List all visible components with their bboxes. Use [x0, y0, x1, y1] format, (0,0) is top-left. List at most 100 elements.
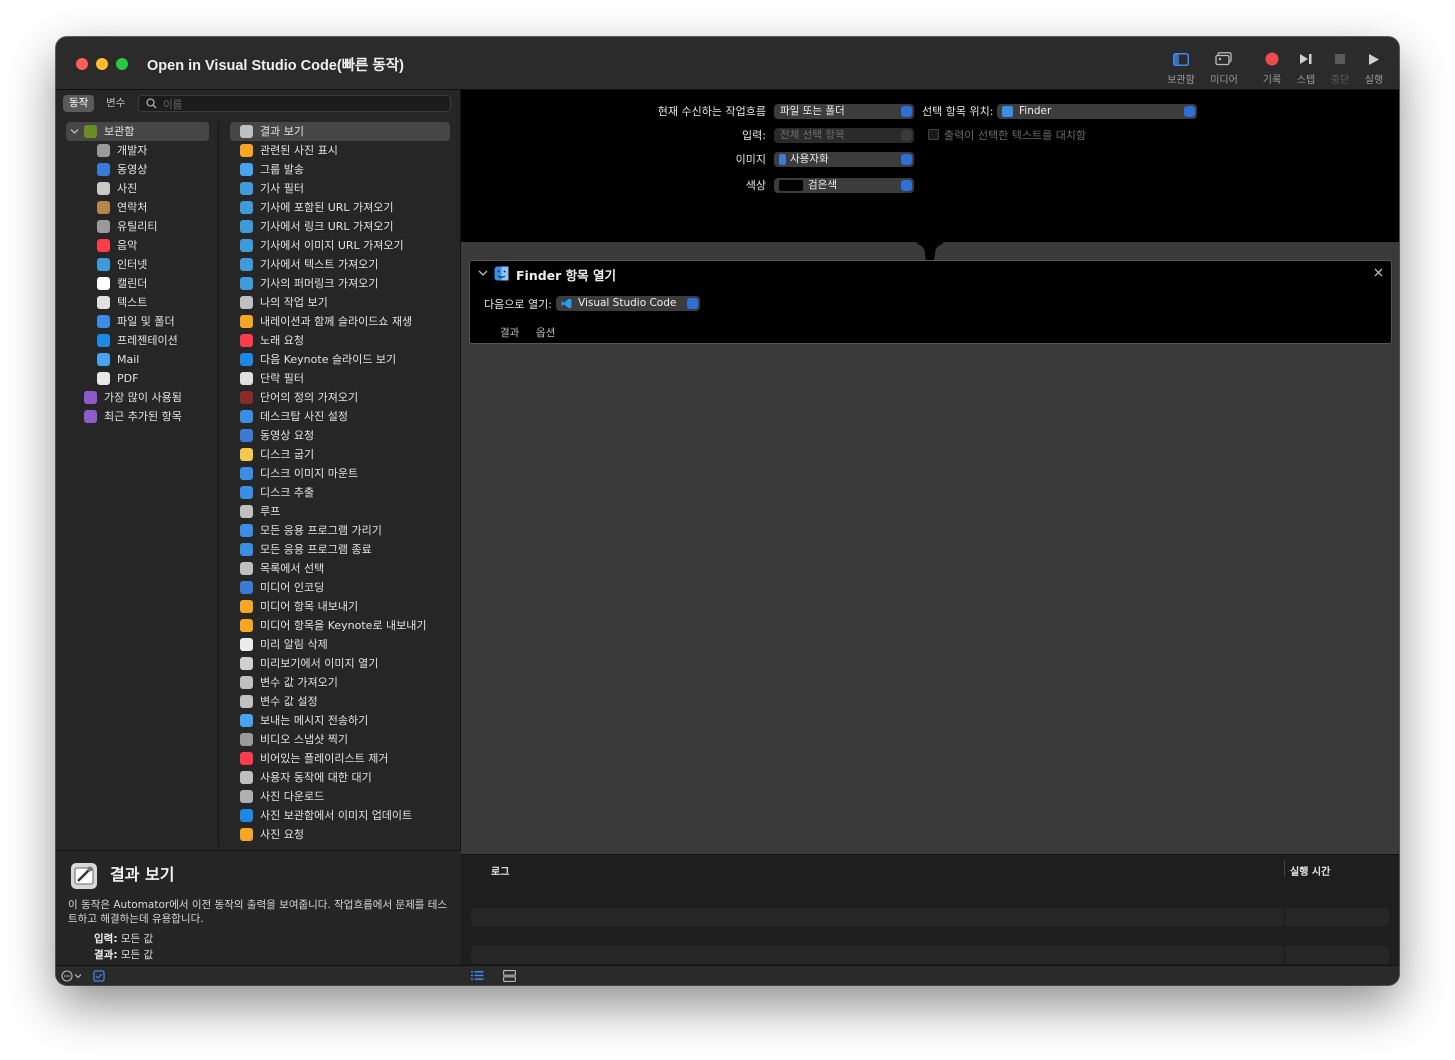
chevron-down-icon[interactable]	[70, 128, 79, 135]
replace-text-checkbox[interactable]	[928, 129, 939, 140]
library-item[interactable]: 인터넷	[66, 255, 209, 274]
open-with-popup[interactable]: Visual Studio Code	[556, 296, 700, 311]
finder-icon	[240, 543, 253, 556]
tab-options[interactable]: 옵션	[536, 325, 555, 340]
input-popup[interactable]: 전체 선택 항목	[774, 128, 914, 143]
action-item[interactable]: 변수 값 설정	[230, 692, 450, 711]
action-item[interactable]: 디스크 추출	[230, 483, 450, 502]
chevron-down-icon[interactable]	[478, 269, 488, 277]
image-capture-icon	[240, 790, 253, 803]
action-item[interactable]: 모든 응용 프로그램 종료	[230, 540, 450, 559]
tab-variables[interactable]: 변수	[100, 95, 131, 112]
library-item[interactable]: 가장 많이 사용됨	[66, 388, 209, 407]
action-item[interactable]: 미디어 항목을 Keynote로 내보내기	[230, 616, 450, 635]
action-item-label: 노래 요청	[260, 334, 304, 347]
library-item[interactable]: 연락처	[66, 198, 209, 217]
tab-actions[interactable]: 동작	[63, 95, 95, 112]
library-item[interactable]: 개발자	[66, 141, 209, 160]
action-item[interactable]: 관련된 사진 표시	[230, 141, 450, 160]
color-popup[interactable]: 검은색	[774, 178, 914, 193]
library-item[interactable]: 캘린더	[66, 274, 209, 293]
action-item[interactable]: 기사 필터	[230, 179, 450, 198]
action-item[interactable]: 동영상 요청	[230, 426, 450, 445]
options-menu-icon[interactable]	[61, 970, 83, 982]
action-item[interactable]: 그룹 발송	[230, 160, 450, 179]
library-item[interactable]: 최근 추가된 항목	[66, 407, 209, 426]
action-item[interactable]: 비어있는 플레이리스트 제거	[230, 749, 450, 768]
safari-icon	[240, 277, 253, 290]
action-item-label: 데스크탑 사진 설정	[260, 410, 348, 423]
minimize-window-button[interactable]	[96, 58, 108, 70]
action-item[interactable]: 사진 다운로드	[230, 787, 450, 806]
action-item[interactable]: 변수 값 가져오기	[230, 673, 450, 692]
action-item[interactable]: 노래 요청	[230, 331, 450, 350]
search-input[interactable]: 이름	[138, 95, 451, 112]
split-view-icon[interactable]	[503, 970, 516, 982]
library-item[interactable]: Mail	[66, 350, 209, 369]
library-item[interactable]: 파일 및 폴더	[66, 312, 209, 331]
action-item[interactable]: 디스크 굽기	[230, 445, 450, 464]
receives-popup[interactable]: 파일 또는 폴더	[774, 104, 914, 119]
library-item[interactable]: 사진	[66, 179, 209, 198]
library-item[interactable]: 동영상	[66, 160, 209, 179]
library-item[interactable]: 프레젠테이션	[66, 331, 209, 350]
location-value: Finder	[1019, 105, 1052, 117]
action-item[interactable]: 목록에서 선택	[230, 559, 450, 578]
toolbar-library-button[interactable]: 보관함	[1161, 49, 1201, 86]
action-item[interactable]: 디스크 이미지 마운트	[230, 464, 450, 483]
action-item[interactable]: 미리 알림 삭제	[230, 635, 450, 654]
library-item[interactable]: 유틸리티	[66, 217, 209, 236]
action-item[interactable]: 데스크탑 사진 설정	[230, 407, 450, 426]
close-window-button[interactable]	[76, 58, 88, 70]
action-item-label: 디스크 굽기	[260, 448, 315, 461]
color-value: 검은색	[808, 179, 837, 191]
action-item[interactable]: 기사에서 이미지 URL 가져오기	[230, 236, 450, 255]
action-item[interactable]: 모든 응용 프로그램 가리기	[230, 521, 450, 540]
duration-column-header[interactable]: 실행 시간	[1290, 863, 1330, 878]
list-view-icon[interactable]	[471, 970, 484, 981]
finder-icon	[97, 315, 110, 328]
library-item[interactable]: 텍스트	[66, 293, 209, 312]
library-item[interactable]: 음악	[66, 236, 209, 255]
close-icon[interactable]	[1374, 268, 1383, 277]
tools-icon	[97, 144, 110, 157]
action-item[interactable]: 단어의 정의 가져오기	[230, 388, 450, 407]
action-item-label: 나의 작업 보기	[260, 296, 328, 309]
action-item[interactable]: 기사에서 텍스트 가져오기	[230, 255, 450, 274]
action-item[interactable]: 기사의 퍼머링크 가져오기	[230, 274, 450, 293]
log-column-header[interactable]: 로그	[491, 863, 509, 878]
finder-icon	[240, 410, 253, 423]
action-item[interactable]: 다음 Keynote 슬라이드 보기	[230, 350, 450, 369]
library-item[interactable]: 보관함	[66, 122, 209, 141]
action-item[interactable]: 미리보기에서 이미지 열기	[230, 654, 450, 673]
action-open-finder-items: Finder 항목 열기 다음으로 열기: Visual Studio Code…	[469, 260, 1392, 344]
action-item[interactable]: 기사에서 링크 URL 가져오기	[230, 217, 450, 236]
action-item[interactable]: 사진 보관함에서 이미지 업데이트	[230, 806, 450, 825]
action-item[interactable]: 보내는 메시지 전송하기	[230, 711, 450, 730]
action-item[interactable]: 내레이션과 함께 슬라이드쇼 재생	[230, 312, 450, 331]
description-title: 결과 보기	[110, 865, 175, 884]
action-item[interactable]: 나의 작업 보기	[230, 293, 450, 312]
action-item[interactable]: 사진 요청	[230, 825, 450, 844]
action-item[interactable]: 사용자 동작에 대한 대기	[230, 768, 450, 787]
description-toggle-icon[interactable]	[93, 970, 105, 982]
action-item[interactable]: 루프	[230, 502, 450, 521]
action-item[interactable]: 결과 보기	[230, 122, 450, 141]
library-item[interactable]: PDF	[66, 369, 209, 388]
action-item[interactable]: 미디어 인코딩	[230, 578, 450, 597]
toolbar-media-button[interactable]: 미디어	[1204, 49, 1244, 86]
action-item-label: 기사의 퍼머링크 가져오기	[260, 277, 379, 290]
search-icon	[146, 98, 157, 109]
action-item[interactable]: 비디오 스냅샷 찍기	[230, 730, 450, 749]
image-popup[interactable]: 사용자화	[774, 152, 914, 167]
automator-icon	[240, 676, 253, 689]
action-item[interactable]: 미디어 항목 내보내기	[230, 597, 450, 616]
safari-icon	[240, 182, 253, 195]
zoom-window-button[interactable]	[116, 58, 128, 70]
action-item[interactable]: 기사에 포함된 URL 가져오기	[230, 198, 450, 217]
location-popup[interactable]: Finder	[997, 104, 1197, 119]
toolbar-run-button[interactable]: 실행	[1354, 49, 1394, 86]
action-item[interactable]: 단락 필터	[230, 369, 450, 388]
tab-results[interactable]: 결과	[500, 325, 519, 340]
keynote-icon	[97, 334, 110, 347]
